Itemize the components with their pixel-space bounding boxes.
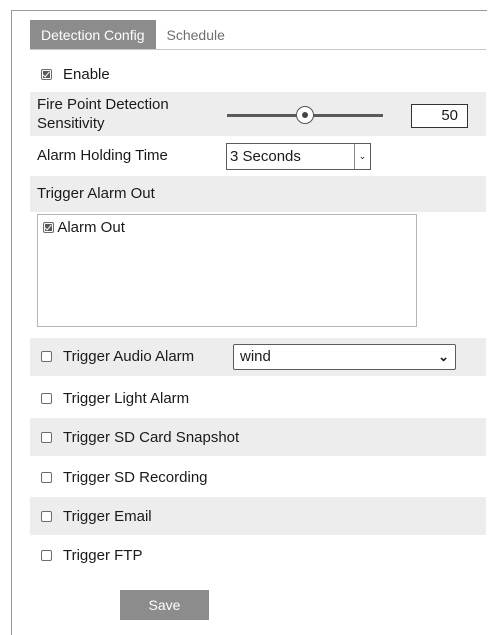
alarm-out-label: Alarm Out <box>57 219 125 236</box>
email-checkbox[interactable] <box>41 511 52 522</box>
sd-snapshot-label: Trigger SD Card Snapshot <box>63 429 240 446</box>
tab-divider <box>30 49 486 50</box>
save-button[interactable]: Save <box>120 590 209 620</box>
enable-label: Enable <box>63 66 110 83</box>
sd-recording-checkbox[interactable] <box>41 472 52 483</box>
audio-alarm-checkbox[interactable] <box>41 351 52 362</box>
chevron-down-icon: ⌄ <box>438 349 449 364</box>
email-label: Trigger Email <box>63 508 152 525</box>
holding-row: Alarm Holding Time 3 Seconds ⌄ <box>30 140 486 174</box>
light-alarm-checkbox[interactable] <box>41 393 52 404</box>
email-row: Trigger Email <box>30 497 486 535</box>
tab-bar: Detection Config Schedule <box>30 20 236 50</box>
slider-thumb[interactable] <box>296 106 314 124</box>
ftp-row: Trigger FTP <box>30 536 486 574</box>
sd-recording-label: Trigger SD Recording <box>63 469 208 486</box>
trigger-alarm-out-row: Trigger Alarm Out <box>30 176 486 212</box>
tab-detection-config[interactable]: Detection Config <box>30 20 156 50</box>
trigger-alarm-out-label: Trigger Alarm Out <box>37 185 155 202</box>
sensitivity-row: Fire Point Detection Sensitivity 50 <box>30 92 486 136</box>
sd-snapshot-checkbox[interactable] <box>41 432 52 443</box>
alarm-out-checkbox[interactable] <box>43 221 54 233</box>
ftp-checkbox[interactable] <box>41 550 52 561</box>
alarm-out-list: Alarm Out <box>37 214 417 327</box>
holding-time-value: 3 Seconds <box>230 148 301 165</box>
light-alarm-row: Trigger Light Alarm <box>30 379 486 417</box>
ftp-label: Trigger FTP <box>63 547 143 564</box>
enable-checkbox[interactable] <box>41 69 52 80</box>
audio-alarm-value: wind <box>240 348 271 365</box>
sensitivity-label: Fire Point Detection Sensitivity <box>37 95 169 133</box>
audio-alarm-select[interactable]: wind ⌄ <box>233 344 456 370</box>
enable-row: Enable <box>30 62 486 89</box>
sensitivity-slider[interactable] <box>227 105 383 125</box>
slider-thumb-dot <box>302 112 308 118</box>
sensitivity-label-line2: Sensitivity <box>37 115 105 132</box>
sensitivity-value-input[interactable]: 50 <box>411 104 468 128</box>
holding-label: Alarm Holding Time <box>37 147 168 164</box>
light-alarm-label: Trigger Light Alarm <box>63 390 190 407</box>
sensitivity-label-line1: Fire Point Detection <box>37 96 169 113</box>
chevron-down-icon: ⌄ <box>354 144 370 169</box>
holding-time-select[interactable]: 3 Seconds ⌄ <box>226 143 371 170</box>
audio-alarm-row: Trigger Audio Alarm wind ⌄ <box>30 338 486 376</box>
sd-recording-row: Trigger SD Recording <box>30 458 486 496</box>
tab-schedule[interactable]: Schedule <box>155 20 236 50</box>
alarm-out-item[interactable]: Alarm Out <box>43 219 125 236</box>
audio-alarm-label: Trigger Audio Alarm <box>63 348 195 365</box>
sd-snapshot-row: Trigger SD Card Snapshot <box>30 418 486 456</box>
